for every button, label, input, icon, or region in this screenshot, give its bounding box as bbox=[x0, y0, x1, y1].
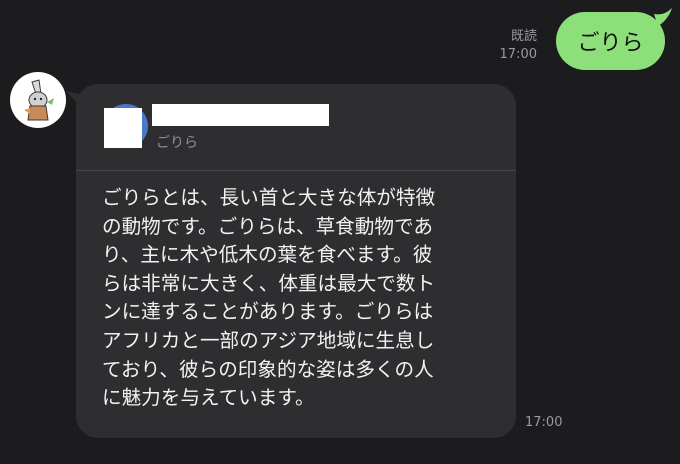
message-line: ており、彼らの印象的な姿は多くの人 bbox=[102, 357, 434, 381]
message-line: の動物です。ごりらは、草食動物であ bbox=[102, 214, 433, 238]
sent-message-meta: 既読 17:00 bbox=[500, 28, 537, 64]
read-receipt: 既読 bbox=[510, 29, 537, 44]
profile-subtitle: ごりら bbox=[156, 135, 198, 151]
profile-picture-redacted bbox=[104, 108, 142, 148]
card-divider bbox=[76, 170, 516, 171]
gorilla-character-icon bbox=[24, 79, 54, 121]
sent-message-bubble[interactable]: ごりら bbox=[556, 12, 665, 70]
profile-name-redacted bbox=[152, 104, 329, 126]
sent-time: 17:00 bbox=[499, 47, 537, 62]
message-line: アフリカと一部のアジア地域に生息し bbox=[102, 328, 435, 352]
received-message-text: ごりらとは、長い首と大きな体が特徴 の動物です。ごりらは、草食動物であ り、主に… bbox=[102, 184, 502, 413]
received-message-bubble[interactable]: ごりら ごりらとは、長い首と大きな体が特徴 の動物です。ごりらは、草食動物であ … bbox=[76, 84, 516, 438]
message-line: らは非常に大きく、体重は最大で数ト bbox=[102, 271, 436, 295]
sender-avatar[interactable] bbox=[10, 72, 66, 128]
message-line: ンに達することがあります。ごりらは bbox=[102, 300, 434, 324]
message-line: に魅力を与えています。 bbox=[102, 386, 315, 410]
shared-profile-card[interactable]: ごりら bbox=[76, 84, 516, 170]
message-line: ごりらとは、長い首と大きな体が特徴 bbox=[102, 186, 436, 209]
sent-message-text: ごりら bbox=[577, 31, 644, 56]
received-time: 17:00 bbox=[525, 415, 563, 430]
message-line: り、主に木や低木の葉を食べます。彼 bbox=[102, 243, 433, 267]
